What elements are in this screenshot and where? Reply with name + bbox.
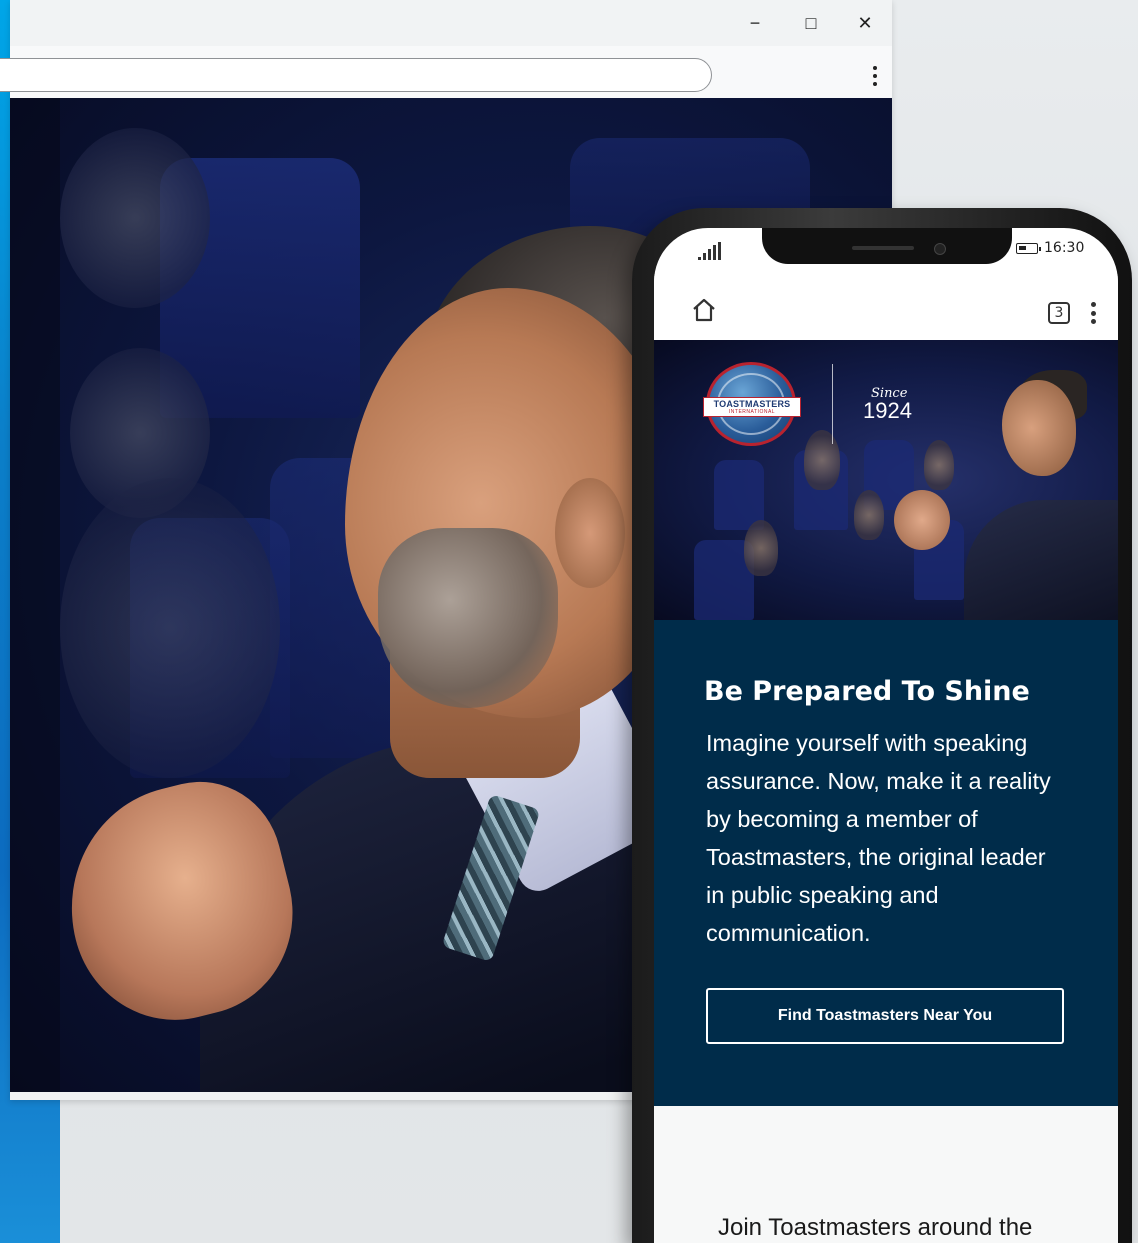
promo-panel: Be Prepared To Shine Imagine yourself wi… xyxy=(654,620,1118,1106)
minimize-button[interactable]: − xyxy=(740,10,770,36)
globe-logo-icon: TOASTMASTERS INTERNATIONAL xyxy=(703,362,801,446)
signal-icon xyxy=(698,242,721,260)
phone-menu-icon[interactable] xyxy=(1090,302,1096,324)
tab-count: 3 xyxy=(1054,305,1064,321)
logo-subtext: INTERNATIONAL xyxy=(728,408,776,415)
phone-lower-section: Join Toastmasters around the xyxy=(654,1106,1118,1243)
phone-frame: 16:30 3 TOASTMASTERS INTERNATIONAL Since… xyxy=(632,208,1132,1243)
tab-switcher-button[interactable]: 3 xyxy=(1048,302,1070,324)
join-text: Join Toastmasters around the xyxy=(718,1214,1033,1241)
since-badge: Since 1924 xyxy=(863,387,912,422)
browser-titlebar: − □ ✕ xyxy=(10,0,892,46)
close-button[interactable]: ✕ xyxy=(850,10,880,36)
battery-icon xyxy=(1016,242,1041,254)
status-time: 16:30 xyxy=(1044,240,1085,256)
toastmasters-logo: TOASTMASTERS INTERNATIONAL Since 1924 xyxy=(703,362,912,446)
status-right: 16:30 xyxy=(1016,240,1084,256)
phone-browser-toolbar: 3 xyxy=(654,274,1118,340)
browser-menu-icon[interactable] xyxy=(872,66,878,86)
address-bar[interactable] xyxy=(0,58,712,92)
promo-body: Imagine yourself with speaking assurance… xyxy=(706,730,1051,946)
logo-text: TOASTMASTERS xyxy=(713,398,791,409)
maximize-button[interactable]: □ xyxy=(796,10,826,36)
close-icon: ✕ xyxy=(857,12,873,33)
since-year: 1924 xyxy=(863,397,912,423)
phone-screen: 16:30 3 TOASTMASTERS INTERNATIONAL Since… xyxy=(654,228,1118,1243)
promo-title: Be Prepared To Shine xyxy=(704,676,1030,707)
phone-hero-image: TOASTMASTERS INTERNATIONAL Since 1924 xyxy=(654,340,1118,620)
maximize-icon: □ xyxy=(805,12,817,33)
find-club-button[interactable]: Find Toastmasters Near You xyxy=(706,988,1064,1044)
browser-toolbar xyxy=(0,46,892,99)
home-icon[interactable] xyxy=(690,296,718,324)
phone-notch xyxy=(762,228,1012,264)
logo-divider xyxy=(832,364,833,444)
minimize-icon: − xyxy=(749,12,761,33)
